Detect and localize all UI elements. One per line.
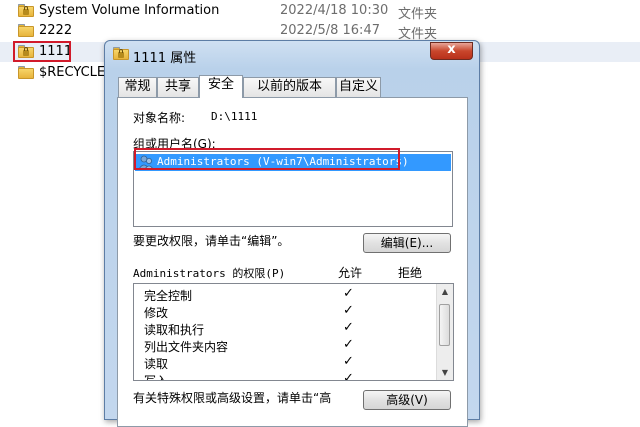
file-row-2222[interactable]: 2222 2022/5/8 16:47 文件夹 [0,21,640,42]
tab-sharing[interactable]: 共享 [157,77,199,97]
allow-check-icon: ✓ [343,337,354,352]
permissions-list[interactable]: 完全控制 ✓ 修改 ✓ 读取和执行 ✓ 列出文件夹内容 ✓ 读取 ✓ 写入 ✓ [133,283,454,381]
file-date: 2022/5/8 16:47 [280,23,380,38]
tab-security[interactable]: 安全 [199,75,243,98]
scroll-up-icon[interactable]: ▲ [437,284,453,299]
close-icon: x [447,42,456,57]
object-name-label: 对象名称: [133,111,186,125]
folder-icon [18,66,34,79]
object-name-value: D:\1111 [211,110,258,123]
folder-icon [18,24,34,37]
permission-row: 修改 ✓ [144,303,434,320]
scroll-thumb[interactable] [439,304,450,346]
permission-name: 读取 [144,357,169,371]
deny-header: 拒绝 [398,266,423,280]
permission-row: 写入 ✓ [144,371,434,381]
tab-customize[interactable]: 自定义 [336,77,381,97]
allow-check-icon: ✓ [343,354,354,369]
file-name: 2222 [39,23,73,38]
permission-name: 读取和执行 [144,323,205,337]
edit-button[interactable]: 编辑(E)... [363,233,451,253]
allow-check-icon: ✓ [343,371,354,381]
permission-row: 读取和执行 ✓ [144,320,434,337]
properties-dialog: 1111 属性 x 常规 共享 安全 以前的版本 自定义 对象名称: D:\11… [104,40,480,427]
change-permissions-text: 要更改权限，请单击“编辑”。 [133,234,290,248]
folder-lock-icon [18,4,34,17]
permission-row: 列出文件夹内容 ✓ [144,337,434,354]
file-name: System Volume Information [39,3,220,18]
permission-name: 写入 [144,374,169,381]
allow-header: 允许 [338,266,363,280]
advanced-button[interactable]: 高级(V) [363,390,451,410]
permission-row: 读取 ✓ [144,354,434,371]
file-date: 2022/4/18 10:30 [280,3,389,18]
allow-check-icon: ✓ [343,320,354,335]
allow-check-icon: ✓ [343,303,354,318]
permission-name: 完全控制 [144,289,193,303]
tab-previous-versions[interactable]: 以前的版本 [243,77,336,97]
file-row-system-volume[interactable]: System Volume Information 2022/4/18 10:3… [0,1,640,22]
file-type: 文件夹 [398,7,438,22]
permissions-header: Administrators 的权限(P) [133,267,286,280]
scroll-down-icon[interactable]: ▼ [437,365,453,380]
tab-general[interactable]: 常规 [118,77,157,97]
scrollbar[interactable]: ▲ ▼ [436,284,453,380]
highlight-box [134,148,400,170]
folder-lock-icon [113,47,129,60]
special-permissions-text: 有关特殊权限或高级设置，请单击“高 [133,391,332,405]
permission-name: 列出文件夹内容 [144,340,229,354]
highlight-box [13,41,71,62]
permission-row: 完全控制 ✓ [144,286,434,303]
dialog-title: 1111 属性 [133,51,197,66]
security-panel: 对象名称: D:\1111 组或用户名(G): Administrators (… [117,97,468,427]
permission-name: 修改 [144,306,169,320]
close-button[interactable]: x [430,42,473,60]
allow-check-icon: ✓ [343,286,354,301]
